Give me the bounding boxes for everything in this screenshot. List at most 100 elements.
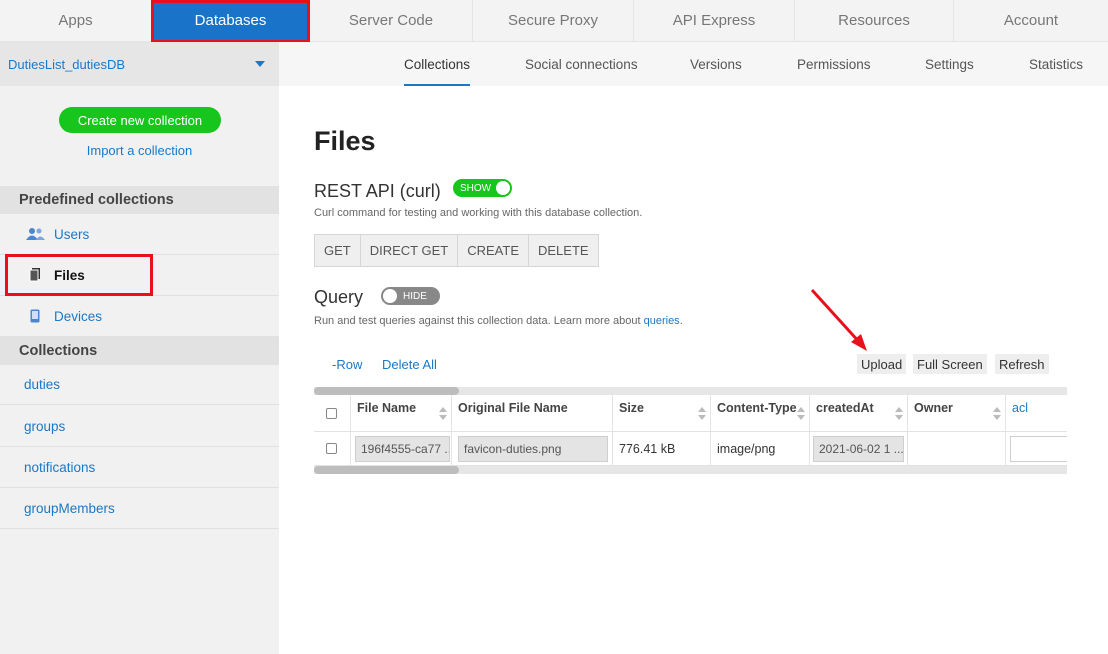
column-header-label: Size: [619, 401, 645, 415]
rest-api-buttons: GET DIRECT GET CREATE DELETE: [314, 234, 599, 267]
sidebar-item-label: Files: [54, 267, 85, 283]
remove-row-button[interactable]: -Row: [332, 357, 362, 372]
rest-api-toggle[interactable]: SHOW: [453, 179, 512, 197]
tab-settings[interactable]: Settings: [925, 42, 974, 86]
sidebar-item-users[interactable]: Users: [0, 214, 279, 255]
tab-account[interactable]: Account: [954, 0, 1108, 41]
sort-icon[interactable]: [895, 407, 903, 421]
sidebar-item-label: Devices: [54, 308, 103, 324]
column-header-created-at[interactable]: createdAt: [810, 395, 908, 431]
refresh-button[interactable]: Refresh: [995, 354, 1049, 374]
scrollbar-thumb[interactable]: [314, 387, 459, 395]
sidebar: DutiesList_dutiesDB Create new collectio…: [0, 42, 279, 654]
sort-icon[interactable]: [993, 407, 1001, 421]
get-button[interactable]: GET: [315, 235, 361, 266]
users-icon: [24, 227, 46, 241]
tab-social-connections[interactable]: Social connections: [525, 42, 638, 86]
column-header-label: Original File Name: [458, 401, 568, 415]
cell-file-name: 196f4555-ca77 ...: [351, 432, 452, 465]
sidebar-item-groups[interactable]: groups: [0, 406, 279, 447]
tab-secure-proxy[interactable]: Secure Proxy: [473, 0, 634, 41]
column-header-label: acl: [1012, 401, 1028, 415]
column-header-label: createdAt: [816, 401, 874, 415]
select-all-checkbox[interactable]: [326, 408, 337, 419]
column-header-owner[interactable]: Owner: [908, 395, 1006, 431]
page-title: Files: [314, 126, 376, 156]
acl-field[interactable]: [1010, 435, 1067, 462]
cell-original-file-name: favicon-duties.png: [452, 432, 613, 465]
column-header-content-type[interactable]: Content-Type: [711, 395, 810, 431]
table-row: 196f4555-ca77 ... favicon-duties.png 776…: [314, 432, 1067, 466]
table-header-row: File Name Original File Name Size Conten…: [314, 395, 1067, 432]
query-toggle[interactable]: HIDE: [381, 287, 440, 305]
full-screen-button[interactable]: Full Screen: [913, 354, 987, 374]
created-at-field[interactable]: 2021-06-02 1 ...: [813, 435, 904, 462]
tab-versions[interactable]: Versions: [690, 42, 742, 86]
column-header-label: Owner: [914, 401, 953, 415]
column-header-label: File Name: [357, 401, 417, 415]
scrollbar-top[interactable]: [314, 387, 1067, 395]
sidebar-item-notifications[interactable]: notifications: [0, 447, 279, 488]
files-icon: [24, 268, 46, 282]
original-file-name-field[interactable]: favicon-duties.png: [458, 435, 608, 462]
delete-button[interactable]: DELETE: [529, 235, 598, 266]
tab-api-express[interactable]: API Express: [634, 0, 795, 41]
sort-icon[interactable]: [698, 407, 706, 421]
sidebar-item-groupmembers[interactable]: groupMembers: [0, 488, 279, 529]
import-collection-link[interactable]: Import a collection: [0, 143, 279, 158]
sidebar-item-files[interactable]: Files: [0, 255, 279, 296]
sort-icon[interactable]: [797, 407, 805, 421]
sub-tabs: Collections Social connections Versions …: [279, 42, 1108, 86]
device-icon: [24, 309, 46, 323]
query-title: Query: [314, 287, 364, 307]
toggle-knob: [383, 289, 397, 303]
sidebar-item-duties[interactable]: duties: [0, 364, 279, 405]
tab-statistics[interactable]: Statistics: [1029, 42, 1083, 86]
toggle-label: SHOW: [460, 182, 492, 194]
top-nav: Apps Databases Server Code Secure Proxy …: [0, 0, 1108, 42]
column-header-file-name[interactable]: File Name: [351, 395, 452, 431]
tab-apps[interactable]: Apps: [0, 0, 152, 41]
column-header-label: Content-Type: [717, 401, 797, 415]
create-collection-button[interactable]: Create new collection: [59, 107, 221, 133]
tab-databases[interactable]: Databases: [152, 0, 310, 41]
create-button[interactable]: CREATE: [458, 235, 529, 266]
select-all-cell: [314, 395, 351, 431]
cell-created-at: 2021-06-02 1 ...: [810, 432, 908, 465]
tab-server-code[interactable]: Server Code: [310, 0, 473, 41]
delete-all-button[interactable]: Delete All: [382, 357, 437, 372]
column-header-acl[interactable]: acl: [1006, 395, 1067, 431]
column-header-original-file-name[interactable]: Original File Name: [452, 395, 613, 431]
tab-resources[interactable]: Resources: [795, 0, 954, 41]
tab-collections[interactable]: Collections: [404, 42, 471, 86]
predefined-collections-header: Predefined collections: [0, 186, 279, 214]
direct-get-button[interactable]: DIRECT GET: [361, 235, 459, 266]
sidebar-item-label: Users: [54, 226, 90, 242]
cell-acl: [1006, 432, 1067, 465]
sidebar-item-devices[interactable]: Devices: [0, 296, 279, 337]
scrollbar-bottom[interactable]: [314, 466, 1067, 474]
upload-button[interactable]: Upload: [857, 354, 907, 374]
cell-owner: [908, 432, 1006, 465]
cell-size: 776.41 kB: [613, 432, 711, 465]
query-hint: Run and test queries against this collec…: [314, 315, 683, 327]
scrollbar-thumb[interactable]: [314, 466, 459, 474]
data-grid: File Name Original File Name Size Conten…: [314, 387, 1067, 475]
row-select-cell: [314, 432, 351, 465]
rest-api-hint: Curl command for testing and working wit…: [314, 207, 643, 219]
column-header-size[interactable]: Size: [613, 395, 711, 431]
queries-link[interactable]: queries: [644, 315, 680, 327]
annotation-arrow-icon: [810, 288, 867, 351]
database-select[interactable]: DutiesList_dutiesDB: [0, 42, 279, 86]
database-name: DutiesList_dutiesDB: [8, 56, 126, 72]
rest-api-title: REST API (curl): [314, 181, 441, 201]
file-name-field[interactable]: 196f4555-ca77 ...: [355, 435, 450, 462]
chevron-down-icon: [255, 61, 265, 67]
tab-permissions[interactable]: Permissions: [797, 42, 871, 86]
query-hint-end: .: [679, 315, 683, 327]
cell-content-type: image/png: [711, 432, 810, 465]
row-checkbox[interactable]: [326, 443, 337, 454]
collections-header: Collections: [0, 337, 279, 365]
sort-icon[interactable]: [439, 407, 447, 421]
toggle-label: HIDE: [403, 290, 427, 302]
